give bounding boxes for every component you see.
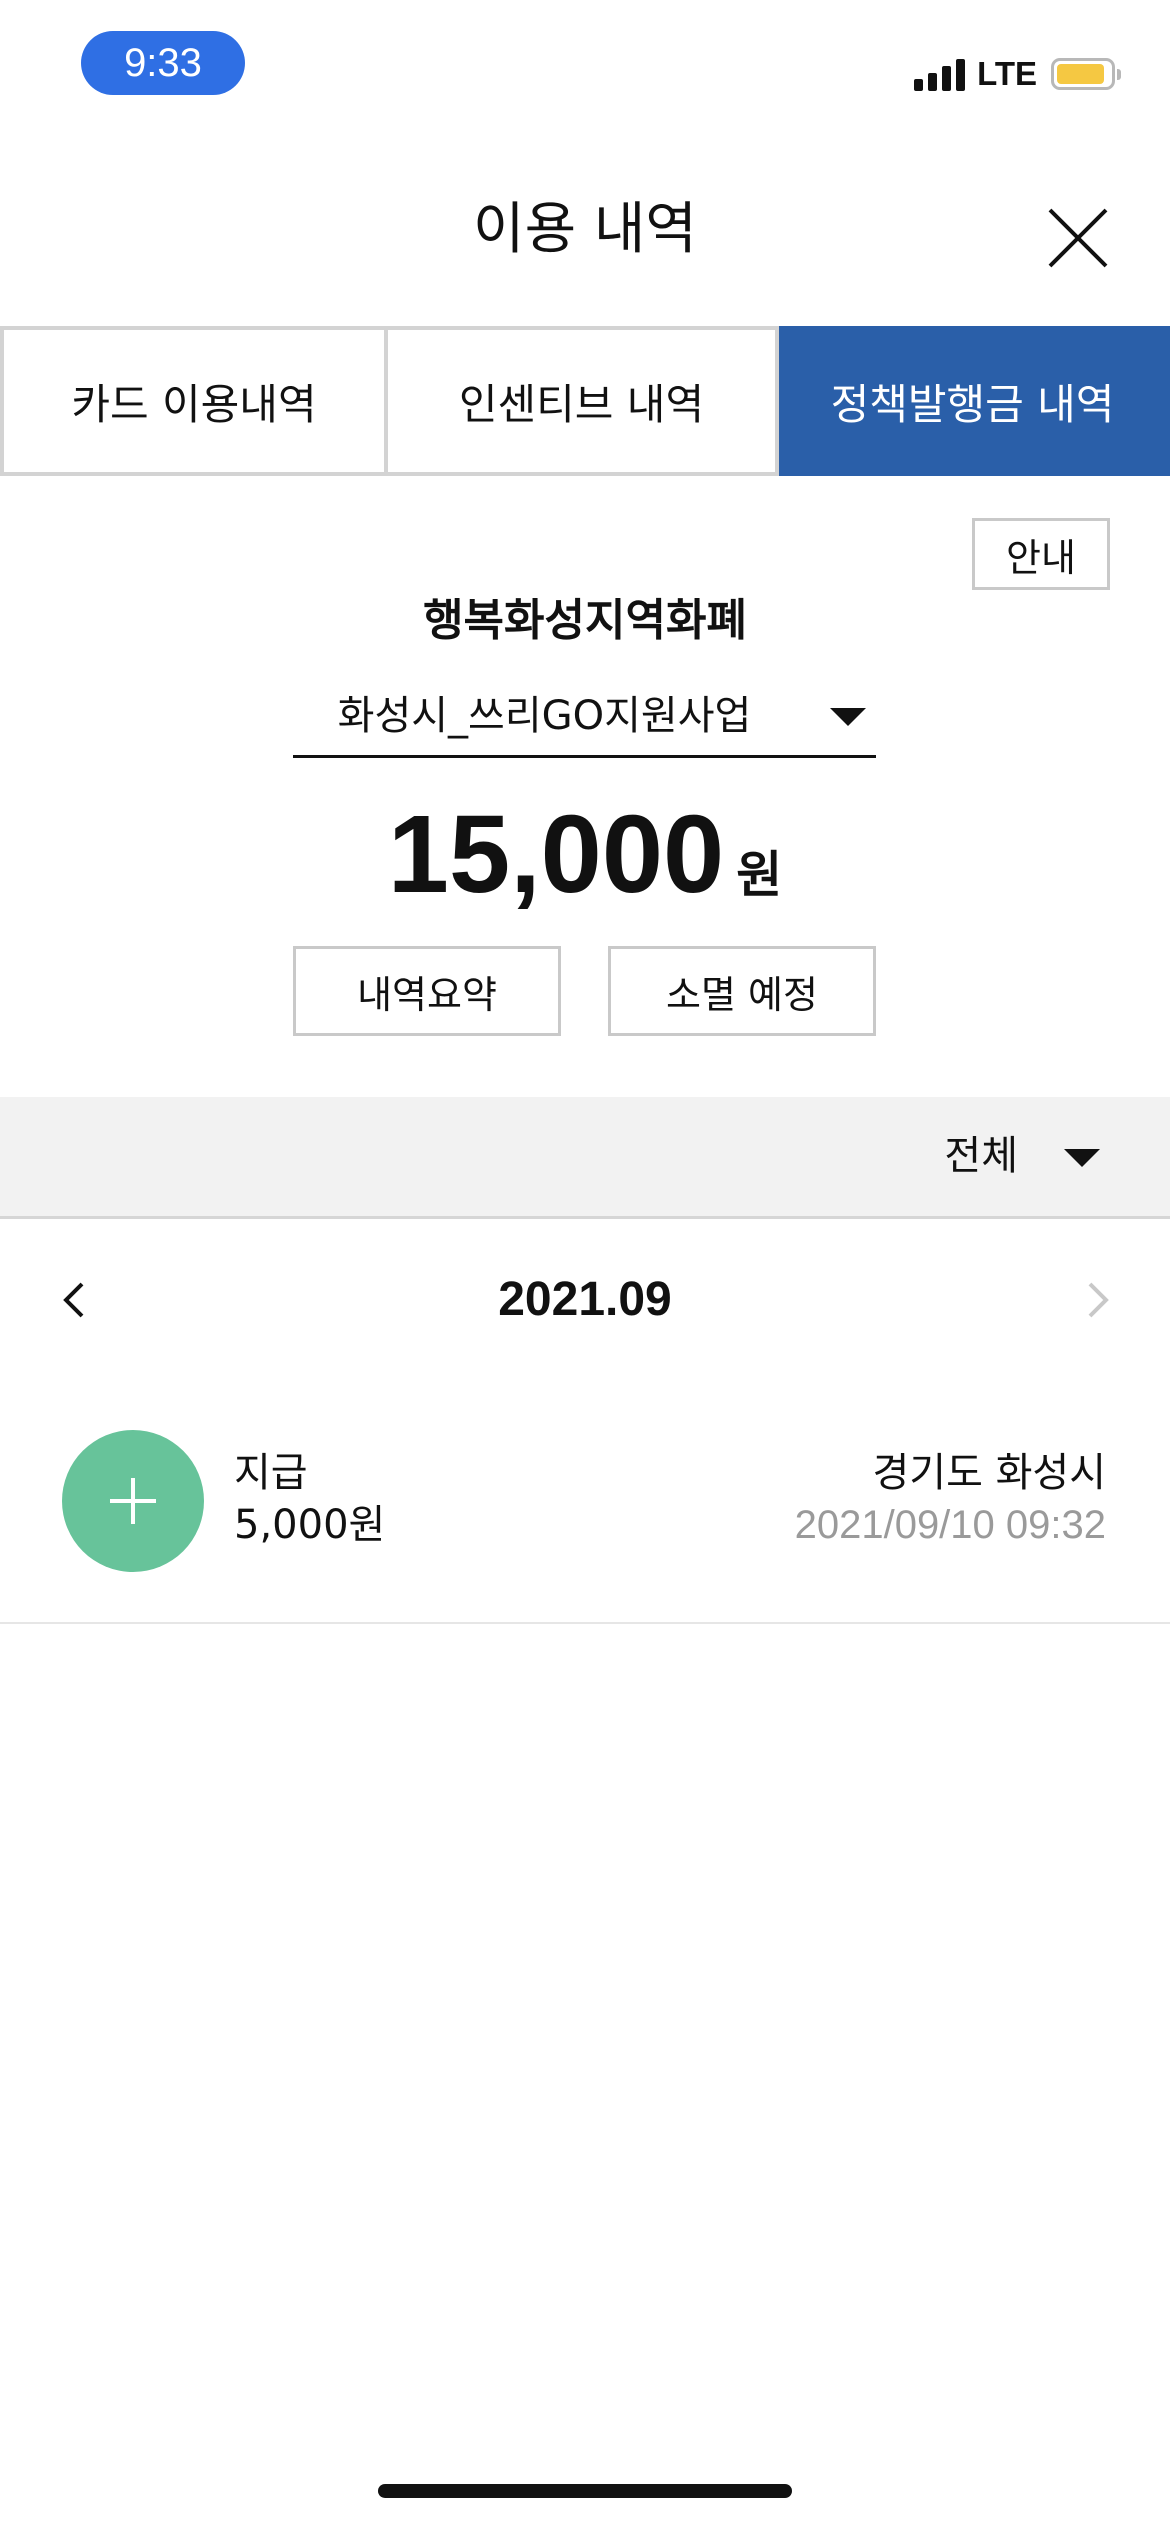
tab-incentive[interactable]: 인센티브 내역 bbox=[388, 326, 779, 476]
transaction-item[interactable]: 지급 5,000원 경기도 화성시 2021/09/10 09:32 bbox=[0, 1400, 1170, 1624]
battery-level-fill bbox=[1057, 64, 1104, 84]
expiry-button[interactable]: 소멸 예정 bbox=[608, 946, 876, 1036]
info-button[interactable]: 안내 bbox=[972, 518, 1110, 590]
plus-icon bbox=[62, 1430, 204, 1572]
close-icon bbox=[1048, 208, 1108, 268]
next-month-button[interactable] bbox=[1070, 1270, 1120, 1330]
history-tabs: 카드 이용내역 인센티브 내역 정책발행금 내역 bbox=[0, 326, 1170, 476]
home-indicator[interactable] bbox=[378, 2484, 792, 2498]
caret-down-icon bbox=[830, 708, 866, 726]
transaction-amount: 5,000원 bbox=[234, 1502, 386, 1548]
program-select[interactable]: 화성시_쓰리GO지원사업 bbox=[293, 680, 876, 758]
summary-button[interactable]: 내역요약 bbox=[293, 946, 561, 1036]
filter-select[interactable]: 전체 bbox=[944, 1097, 1018, 1215]
signal-icon bbox=[914, 57, 966, 91]
caret-down-icon[interactable] bbox=[1064, 1149, 1100, 1167]
battery-cap bbox=[1117, 69, 1121, 80]
tab-policy-issuance[interactable]: 정책발행금 내역 bbox=[779, 326, 1170, 476]
month-label: 2021.09 bbox=[498, 1273, 672, 1326]
transaction-type: 지급 bbox=[234, 1450, 308, 1496]
status-time: 9:33 bbox=[81, 31, 245, 95]
chevron-right-icon bbox=[1088, 1282, 1109, 1318]
status-indicators: LTE bbox=[914, 52, 1121, 96]
page-title: 이용 내역 bbox=[473, 197, 697, 262]
battery-icon bbox=[1051, 58, 1121, 90]
network-label: LTE bbox=[977, 55, 1037, 92]
balance-unit: 원 bbox=[736, 846, 783, 904]
currency-name: 행복화성지역화폐 bbox=[423, 595, 747, 646]
program-select-value: 화성시_쓰리GO지원사업 bbox=[337, 693, 752, 739]
transaction-datetime: 2021/09/10 09:32 bbox=[794, 1503, 1106, 1547]
filter-bar: 전체 bbox=[0, 1097, 1170, 1219]
tab-card-usage[interactable]: 카드 이용내역 bbox=[0, 326, 388, 476]
transaction-place: 경기도 화성시 bbox=[872, 1450, 1106, 1496]
close-button[interactable] bbox=[1040, 200, 1116, 276]
balance: 15,000 원 bbox=[0, 790, 1170, 920]
balance-amount: 15,000 bbox=[387, 793, 725, 916]
usage-history-screen: 9:33 LTE 이용 내역 카드 이용내역 인센티브 내역 정책발행금 내역 … bbox=[0, 0, 1170, 2532]
